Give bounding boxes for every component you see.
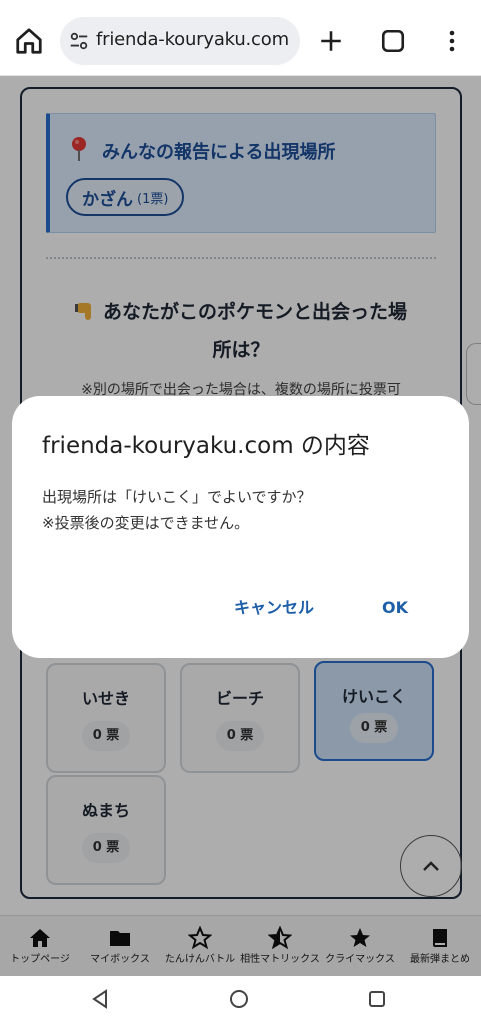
address-bar[interactable]: frienda-kouryaku.com (60, 17, 300, 65)
overflow-menu-icon[interactable] (442, 28, 462, 54)
browser-toolbar: frienda-kouryaku.com (0, 0, 481, 76)
ok-button[interactable]: OK (382, 592, 408, 624)
home-circle-icon[interactable] (228, 988, 250, 1010)
dialog-message: 出現場所は「けいこく」でよいですか？ ※投票後の変更はできません。 (42, 488, 312, 532)
confirm-dialog: frienda-kouryaku.com の内容 出現場所は「けいこく」でよいで… (12, 396, 469, 658)
site-settings-icon[interactable] (68, 30, 90, 52)
url-text: frienda-kouryaku.com (96, 29, 289, 50)
new-tab-plus-icon[interactable] (318, 28, 344, 54)
tab-switcher-icon[interactable] (380, 28, 406, 54)
system-navigation-bar (0, 976, 481, 1024)
cancel-button[interactable]: キャンセル (234, 592, 314, 624)
recents-icon[interactable] (366, 988, 388, 1010)
home-icon[interactable] (14, 26, 44, 56)
dialog-title: frienda-kouryaku.com の内容 (42, 433, 370, 459)
back-icon[interactable] (90, 988, 112, 1010)
